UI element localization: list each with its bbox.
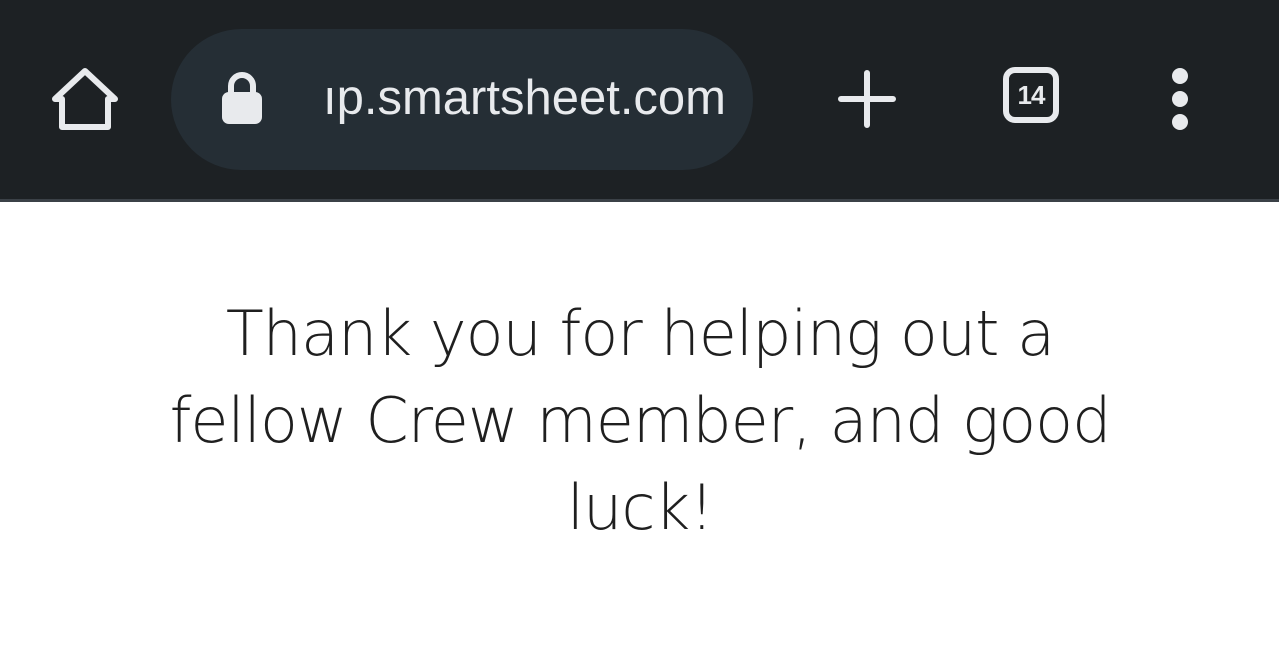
overflow-menu-button[interactable] — [1150, 58, 1210, 140]
thank-you-message: Thank you for helping out a fellow Crew … — [169, 297, 1112, 544]
tab-count: 14 — [1003, 67, 1059, 123]
home-button[interactable] — [44, 58, 126, 140]
more-vert-icon — [1172, 68, 1188, 130]
url-field[interactable]: ıp.smartsheet.com — [296, 60, 736, 140]
home-icon — [52, 68, 118, 130]
plus-icon — [838, 70, 896, 128]
lock-icon — [222, 72, 262, 124]
new-tab-button[interactable] — [826, 58, 908, 140]
browser-toolbar: ıp.smartsheet.com 14 — [0, 0, 1279, 199]
page-content: Thank you for helping out a fellow Crew … — [0, 202, 1279, 669]
url-text: ıp.smartsheet.com — [322, 71, 726, 125]
tab-switcher-button[interactable]: 14 — [996, 58, 1078, 140]
